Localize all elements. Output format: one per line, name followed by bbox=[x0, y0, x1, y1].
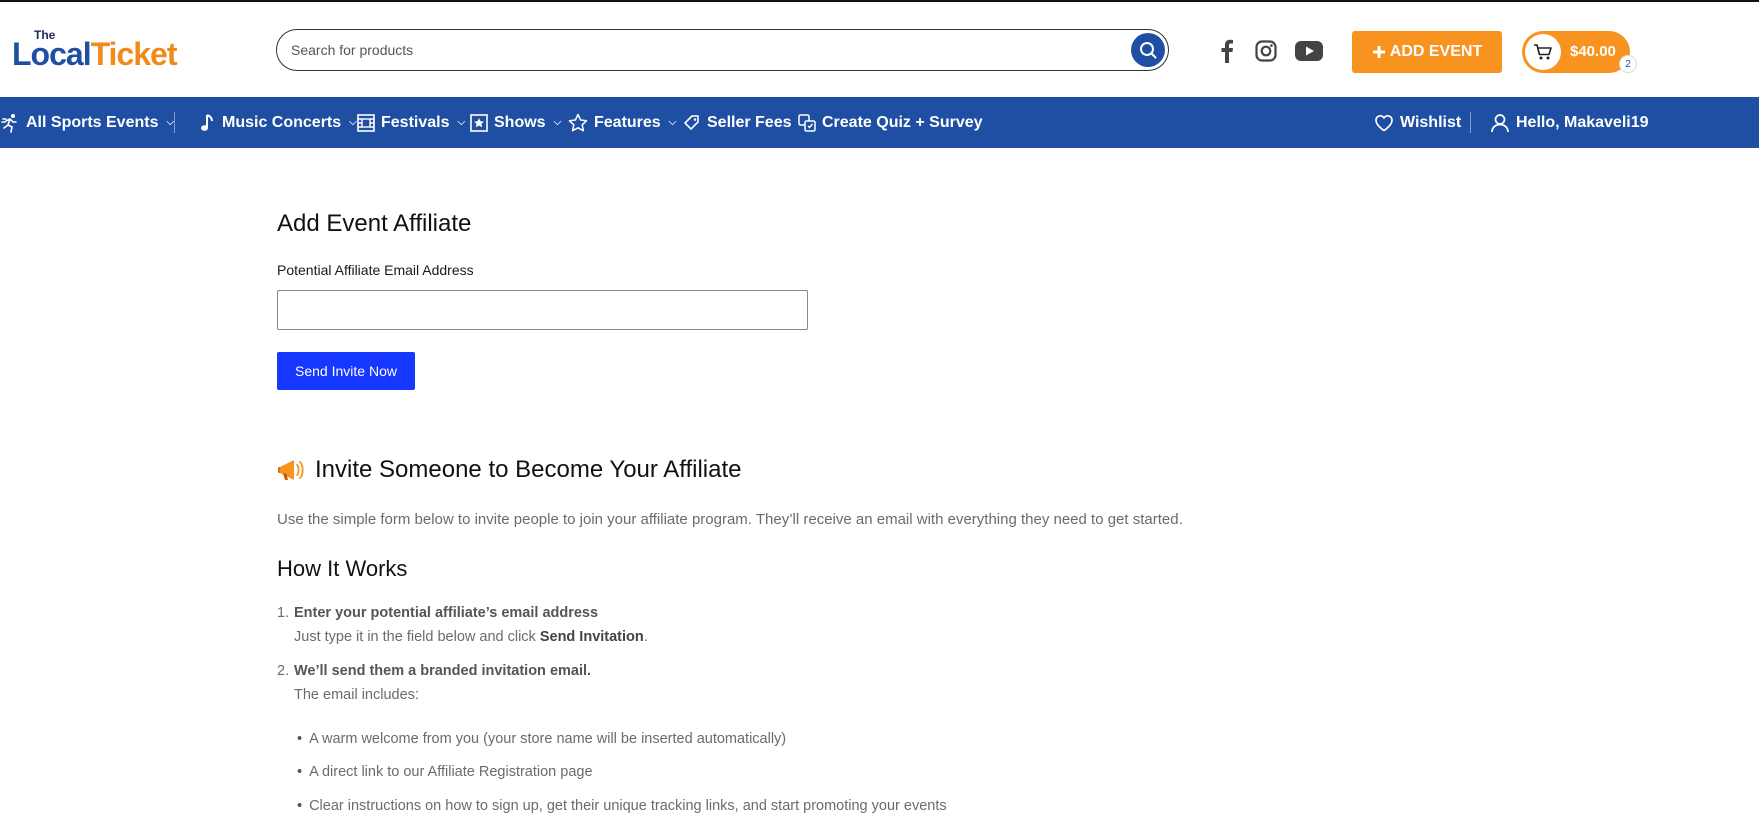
tag-icon bbox=[684, 114, 699, 130]
search-input[interactable] bbox=[291, 38, 1131, 62]
invite-heading: Invite Someone to Become Your Affiliate bbox=[277, 456, 742, 484]
site-logo[interactable]: The LocalTicket bbox=[12, 28, 212, 72]
main-nav: All Sports Events ⌵ Music Concerts ⌵ Fes… bbox=[0, 97, 1759, 148]
youtube-link[interactable] bbox=[1292, 36, 1326, 66]
step-1-text: Just type it in the field below and clic… bbox=[294, 629, 648, 645]
nav-label: Music Concerts bbox=[222, 113, 342, 131]
list-item: Clear instructions on how to sign up, ge… bbox=[297, 798, 947, 814]
email-label: Potential Affiliate Email Address bbox=[277, 262, 474, 278]
cart-total: $40.00 bbox=[1570, 43, 1616, 60]
affiliate-email-field[interactable] bbox=[277, 290, 808, 330]
nav-label: Create Quiz + Survey bbox=[822, 113, 983, 131]
nav-label: Hello, Makaveli19 bbox=[1516, 113, 1649, 131]
logo-local: Local bbox=[12, 36, 92, 72]
chevron-down-icon: ⌵ bbox=[668, 117, 677, 128]
instagram-link[interactable] bbox=[1252, 36, 1280, 66]
step-2-title: 2. We’ll send them a branded invitation e… bbox=[277, 663, 592, 679]
send-invite-button[interactable]: Send Invite Now bbox=[277, 352, 415, 390]
chevron-down-icon: ⌵ bbox=[349, 117, 357, 128]
music-note-icon bbox=[201, 113, 213, 131]
logo-ticket: Ticket bbox=[90, 36, 178, 72]
nav-label: Festivals bbox=[381, 113, 450, 131]
list-item: A warm welcome from you (your store name… bbox=[297, 731, 786, 747]
running-icon bbox=[1, 113, 17, 133]
nav-item-music-concerts[interactable]: Music Concerts ⌵ bbox=[200, 97, 357, 148]
nav-item-wishlist[interactable]: Wishlist bbox=[1374, 97, 1461, 148]
invite-heading-text: Invite Someone to Become Your Affiliate bbox=[315, 456, 742, 483]
facebook-link[interactable] bbox=[1214, 36, 1240, 66]
film-icon bbox=[357, 113, 375, 132]
nav-label: Features bbox=[594, 113, 661, 131]
intro-text: Use the simple form below to invite peop… bbox=[277, 511, 1183, 528]
chevron-down-icon: ⌵ bbox=[457, 117, 466, 128]
nav-item-create-quiz-survey[interactable]: Create Quiz + Survey bbox=[798, 97, 983, 148]
stage-icon bbox=[470, 113, 488, 132]
nav-divider bbox=[1470, 112, 1471, 133]
user-icon bbox=[1491, 113, 1509, 132]
nav-item-shows[interactable]: Shows ⌵ bbox=[470, 97, 561, 148]
youtube-icon bbox=[1295, 41, 1323, 61]
nav-label: All Sports Events bbox=[26, 113, 159, 131]
site-header: The LocalTicket ADD EVENT $40.00 2 bbox=[0, 2, 1759, 97]
nav-item-seller-fees[interactable]: Seller Fees bbox=[683, 97, 792, 148]
cart-icon bbox=[1534, 44, 1552, 60]
megaphone-icon bbox=[278, 460, 304, 480]
chevron-down-icon: ⌵ bbox=[166, 117, 175, 128]
step-2-text: The email includes: bbox=[294, 687, 419, 703]
cart-count-badge: 2 bbox=[1619, 55, 1637, 73]
nav-item-all-sports-events[interactable]: All Sports Events ⌵ bbox=[0, 97, 174, 148]
cart-icon-wrap bbox=[1525, 34, 1561, 70]
nav-label: Wishlist bbox=[1400, 113, 1462, 131]
step-title-text: Enter your potential affiliate’s email a… bbox=[294, 605, 599, 621]
list-item: A direct link to our Affiliate Registrat… bbox=[297, 764, 592, 780]
instagram-icon bbox=[1255, 40, 1277, 62]
nav-item-account[interactable]: Hello, Makaveli19 bbox=[1490, 97, 1649, 148]
plus-icon bbox=[1372, 46, 1385, 58]
cart-button[interactable]: $40.00 2 bbox=[1522, 31, 1637, 73]
search-button[interactable] bbox=[1131, 33, 1165, 67]
step-title-text: We’ll send them a branded invitation ema… bbox=[294, 663, 592, 679]
chevron-down-icon: ⌵ bbox=[553, 117, 562, 128]
nav-label: Seller Fees bbox=[707, 113, 792, 131]
nav-item-features[interactable]: Features ⌵ bbox=[568, 97, 676, 148]
search-bar bbox=[276, 29, 1169, 71]
star-icon bbox=[568, 113, 588, 131]
step-1-title: 1. Enter your potential affiliate’s email… bbox=[277, 605, 599, 621]
add-event-button[interactable]: ADD EVENT bbox=[1352, 31, 1502, 73]
nav-item-festivals[interactable]: Festivals ⌵ bbox=[357, 97, 465, 148]
quiz-icon bbox=[798, 113, 816, 132]
heart-icon bbox=[1375, 114, 1393, 131]
search-icon bbox=[1140, 42, 1157, 59]
page-title: Add Event Affiliate bbox=[277, 210, 472, 237]
nav-divider bbox=[174, 112, 175, 133]
how-it-works-heading: How It Works bbox=[277, 556, 408, 581]
nav-label: Shows bbox=[494, 113, 546, 131]
facebook-icon bbox=[1221, 39, 1233, 63]
logo-wordmark: LocalTicket bbox=[12, 36, 178, 73]
add-event-label: ADD EVENT bbox=[1389, 43, 1483, 60]
